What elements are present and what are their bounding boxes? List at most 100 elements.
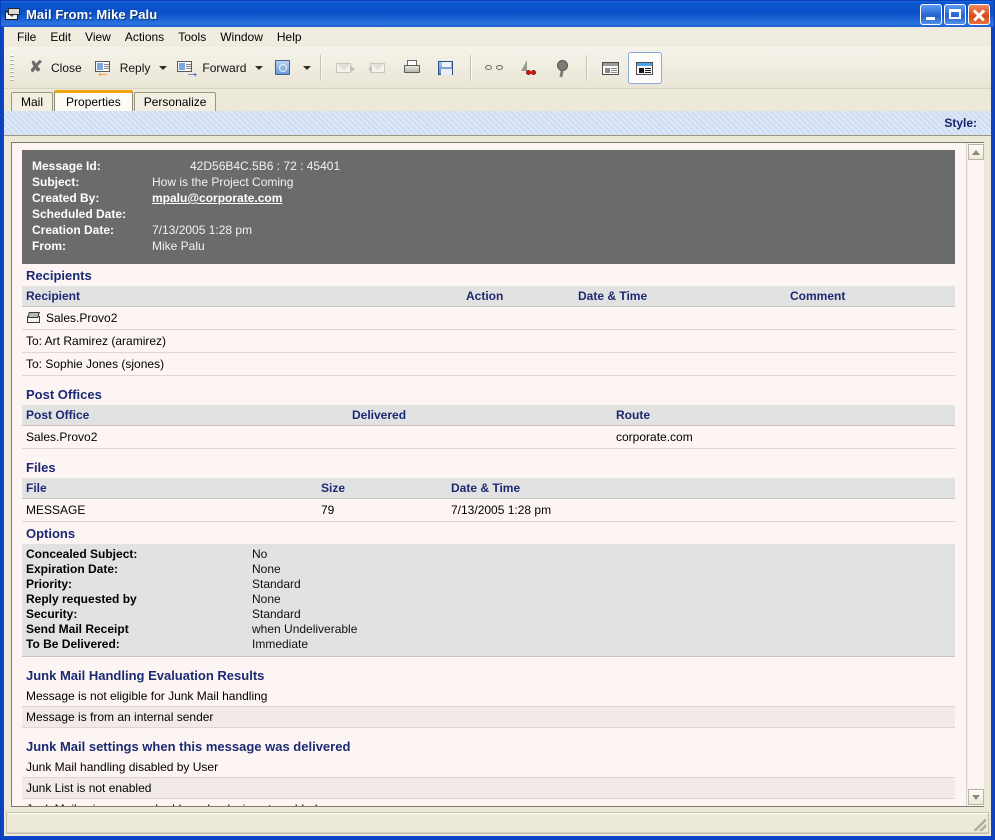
delivered-cell xyxy=(348,426,612,449)
table-row[interactable]: Sales.Provo2 corporate.com xyxy=(22,426,955,449)
created-by-row: Created By: mpalu@corporate.com xyxy=(32,190,955,206)
forward-icon: → xyxy=(176,58,198,78)
message-view-button[interactable] xyxy=(594,52,628,84)
junk-settings-row: Junk Mail handling disabled by User xyxy=(22,757,955,778)
section-spacer xyxy=(22,376,965,383)
next-message-button[interactable] xyxy=(328,52,362,84)
tab-mail[interactable]: Mail xyxy=(11,92,53,111)
menu-item-actions[interactable]: Actions xyxy=(118,28,171,46)
table-row[interactable]: To: Sophie Jones (sjones) xyxy=(22,353,955,376)
minimize-button[interactable] xyxy=(920,4,942,25)
date-time-cell: 7/13/2005 1:28 pm xyxy=(447,499,955,522)
print-button[interactable] xyxy=(396,52,430,84)
reply-icon: ← xyxy=(94,58,116,78)
scrollbar-track[interactable] xyxy=(967,161,984,788)
column-action: Action xyxy=(462,286,574,307)
forward-dropdown-arrow[interactable] xyxy=(252,52,266,84)
option-row: Priority: Standard xyxy=(26,577,955,592)
read-later-button[interactable] xyxy=(478,52,512,84)
message-id-label: Message Id: xyxy=(32,158,152,174)
created-by-link[interactable]: mpalu@corporate.com xyxy=(152,191,282,205)
option-row: Concealed Subject: No xyxy=(26,547,955,562)
client-area: File Edit View Actions Tools Window Help… xyxy=(1,27,994,836)
delete-button[interactable] xyxy=(266,52,300,84)
post-office-icon xyxy=(26,312,42,324)
option-row: To Be Delivered: Immediate xyxy=(26,637,955,652)
to-be-delivered-value: Immediate xyxy=(252,637,308,652)
from-label: From: xyxy=(32,238,152,254)
section-spacer xyxy=(22,449,965,456)
properties-document: Message Id: 42D56B4C.5B6 : 72 : 45401 Su… xyxy=(22,150,965,806)
creation-date-value: 7/13/2005 1:28 pm xyxy=(152,222,252,238)
recipients-table: Recipient Action Date & Time Comment Sal… xyxy=(22,286,955,376)
option-row: Expiration Date: None xyxy=(26,562,955,577)
reply-requested-by-value: None xyxy=(252,592,281,607)
send-mail-receipt-label: Send Mail Receipt xyxy=(26,622,252,637)
recipient-name: Sales.Provo2 xyxy=(46,311,117,325)
properties-view-button[interactable] xyxy=(628,52,662,84)
reply-button-label: Reply xyxy=(120,61,151,75)
toolbar-separator xyxy=(320,55,322,81)
tab-personalize[interactable]: Personalize xyxy=(134,92,217,111)
table-row[interactable]: To: Art Ramirez (aramirez) xyxy=(22,330,955,353)
option-row: Security: Standard xyxy=(26,607,955,622)
properties-view-icon xyxy=(600,58,622,78)
toolbar-grip[interactable] xyxy=(10,55,14,81)
comment-cell xyxy=(786,330,955,353)
wax-seal-icon xyxy=(552,58,574,78)
menu-item-tools[interactable]: Tools xyxy=(171,28,213,46)
table-row[interactable]: MESSAGE 79 7/13/2005 1:28 pm xyxy=(22,499,955,522)
forward-button[interactable]: → Forward xyxy=(170,52,252,84)
save-button[interactable] xyxy=(430,52,464,84)
table-row[interactable]: Sales.Provo2 xyxy=(22,307,955,330)
section-spacer xyxy=(22,728,965,735)
toolbar: ✘ Close ← Reply → Forward xyxy=(4,47,991,89)
action-cell xyxy=(462,353,574,376)
reply-button[interactable]: ← Reply xyxy=(88,52,157,84)
junk-settings-row: Junk Mail using personal address books i… xyxy=(22,799,955,806)
vertical-scrollbar[interactable] xyxy=(966,143,984,806)
menu-item-file[interactable]: File xyxy=(10,28,43,46)
tab-properties[interactable]: Properties xyxy=(54,90,133,111)
close-window-button[interactable] xyxy=(968,4,990,25)
delete-dropdown-arrow[interactable] xyxy=(300,52,314,84)
message-header-block: Message Id: 42D56B4C.5B6 : 72 : 45401 Su… xyxy=(22,150,955,264)
junk-settings-section-title: Junk Mail settings when this message was… xyxy=(22,735,965,757)
resize-grip[interactable] xyxy=(974,819,986,831)
close-button-label: Close xyxy=(51,61,82,75)
post-offices-header-row: Post Office Delivered Route xyxy=(22,405,955,426)
column-size: Size xyxy=(317,478,447,499)
scroll-up-arrow[interactable] xyxy=(968,144,984,160)
menu-item-help[interactable]: Help xyxy=(270,28,309,46)
application-window: Mail From: Mike Palu File Edit View Acti… xyxy=(0,0,995,840)
security-value: Standard xyxy=(252,607,301,622)
message-id-row: Message Id: 42D56B4C.5B6 : 72 : 45401 xyxy=(32,158,955,174)
menu-item-edit[interactable]: Edit xyxy=(43,28,78,46)
junk-evaluation-row: Message is from an internal sender xyxy=(22,707,955,728)
post-offices-table: Post Office Delivered Route Sales.Provo2… xyxy=(22,405,955,449)
subject-row: Subject: How is the Project Coming xyxy=(32,174,955,190)
scroll-down-arrow[interactable] xyxy=(968,789,984,805)
menu-item-view[interactable]: View xyxy=(78,28,118,46)
properties-document-pane: Message Id: 42D56B4C.5B6 : 72 : 45401 Su… xyxy=(12,143,966,806)
column-delivered: Delivered xyxy=(348,405,612,426)
column-comment: Comment xyxy=(786,286,955,307)
previous-message-button[interactable] xyxy=(362,52,396,84)
size-cell: 79 xyxy=(317,499,447,522)
reply-requested-by-label: Reply requested by xyxy=(26,592,252,607)
status-bar xyxy=(6,812,989,834)
section-spacer xyxy=(22,657,965,664)
junk-mail-button[interactable] xyxy=(512,52,546,84)
security-seal-button[interactable] xyxy=(546,52,580,84)
reply-dropdown-arrow[interactable] xyxy=(156,52,170,84)
close-button[interactable]: ✘ Close xyxy=(19,52,88,84)
options-block: Concealed Subject: No Expiration Date: N… xyxy=(22,544,955,657)
message-id-value: 42D56B4C.5B6 : 72 : 45401 xyxy=(152,158,340,174)
maximize-button[interactable] xyxy=(944,4,966,25)
comment-cell xyxy=(786,307,955,330)
options-section-title: Options xyxy=(22,522,965,544)
files-section-title: Files xyxy=(22,456,965,478)
date-time-cell xyxy=(574,353,786,376)
menu-item-window[interactable]: Window xyxy=(213,28,270,46)
toolbar-separator xyxy=(470,55,472,81)
